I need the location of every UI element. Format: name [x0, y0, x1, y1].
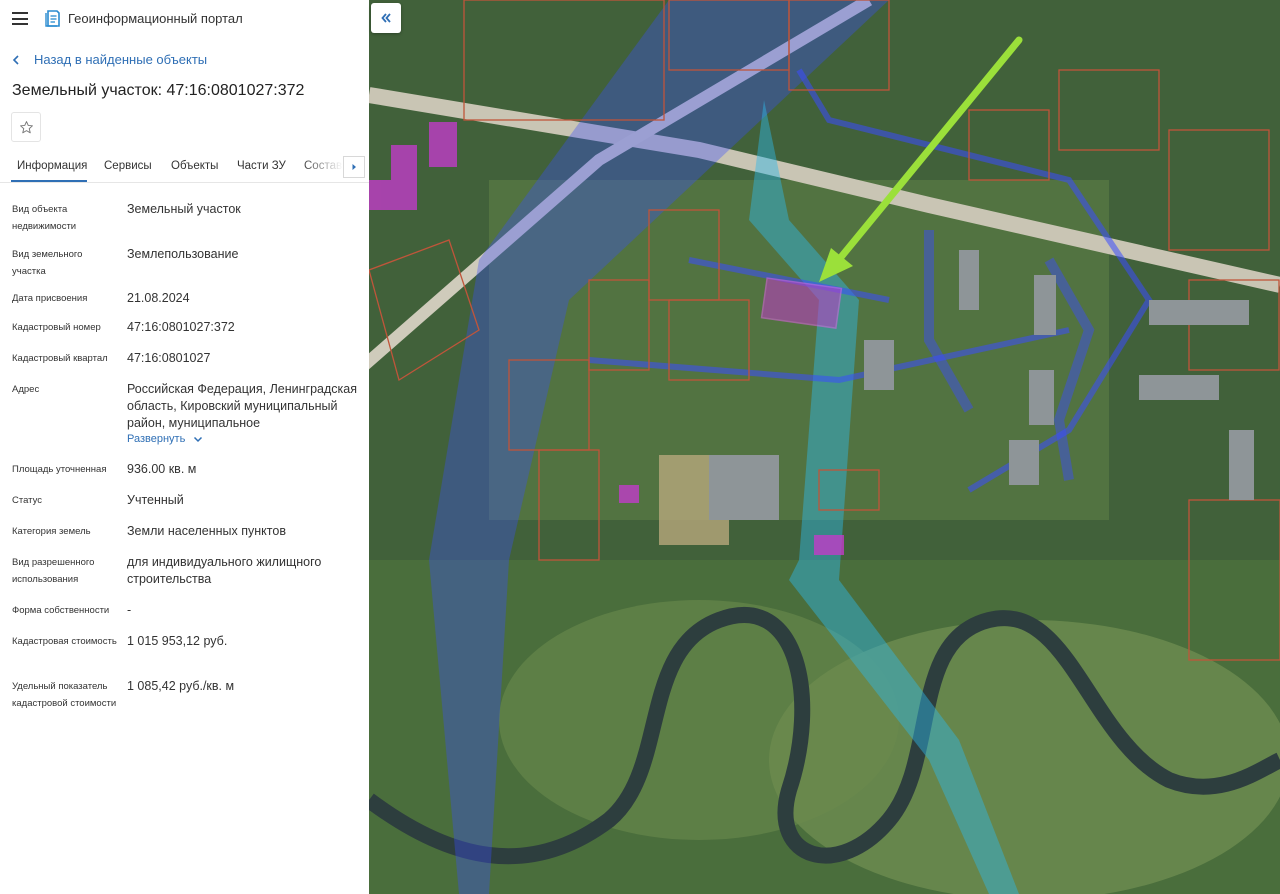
info-label: Форма собственности: [12, 605, 110, 616]
info-value: 1 085,42 руб./кв. м: [127, 679, 235, 693]
address-expand-link[interactable]: Развернуть: [127, 433, 203, 445]
favorite-button[interactable]: [11, 112, 41, 142]
app-title: Геоинформационный портал: [68, 11, 243, 26]
tabs-scroll-right-button[interactable]: [343, 156, 365, 178]
tab-objects[interactable]: Объекты: [171, 160, 218, 172]
info-label: Удельный показатель кадастровой стоимост…: [12, 681, 117, 709]
info-value: -: [127, 603, 132, 617]
collapse-panel-button[interactable]: [371, 3, 401, 33]
info-value: 47:16:0801027:372: [127, 320, 235, 334]
caret-right-icon: [352, 164, 356, 170]
info-value: 1 015 953,12 руб.: [127, 634, 228, 648]
info-value: Земельный участок: [127, 202, 241, 216]
double-chevron-left-icon: [381, 13, 391, 23]
info-value: 47:16:0801027: [127, 351, 211, 365]
info-label: Площадь уточненная: [12, 464, 107, 475]
info-label: Категория земель: [12, 526, 91, 537]
info-label: Вид объекта недвижимости: [12, 204, 77, 232]
back-to-results-link[interactable]: Назад в найденные объекты: [12, 52, 207, 67]
satellite-map[interactable]: [369, 0, 1280, 894]
chevron-left-icon: [12, 54, 19, 65]
star-icon: [19, 120, 33, 133]
address-value: Российская Федерация, Ленинградская обла…: [127, 382, 357, 430]
info-label: Вид разрешенного использования: [12, 557, 95, 585]
back-link-label: Назад в найденные объекты: [34, 52, 208, 67]
tab-information[interactable]: Информация: [17, 160, 87, 172]
active-tab-indicator: [11, 180, 87, 182]
tab-composition[interactable]: Состав: [304, 160, 342, 172]
tab-parts[interactable]: Части ЗУ: [237, 160, 286, 172]
chevron-down-icon: [194, 436, 203, 442]
info-value: для индивидуального жилищного строительс…: [127, 555, 322, 586]
portal-logo-icon: [45, 10, 60, 27]
info-label: Вид земельного участка: [12, 249, 83, 277]
info-label: Кадастровый квартал: [12, 353, 108, 364]
tab-bar: Информация Сервисы Объекты Части ЗУ Сост…: [0, 155, 369, 183]
info-label: Кадастровый номер: [12, 322, 101, 333]
info-value: Учтенный: [127, 493, 184, 507]
hamburger-icon[interactable]: [12, 12, 28, 25]
info-label: Кадастровая стоимость: [12, 636, 117, 647]
info-value: 936.00 кв. м: [127, 462, 197, 476]
info-label: Дата присвоения: [12, 293, 88, 304]
map-canvas[interactable]: [369, 0, 1280, 894]
info-label: Статус: [12, 495, 43, 506]
sidebar-panel: Геоинформационный портал Назад в найденн…: [0, 0, 369, 894]
info-value: 21.08.2024: [127, 291, 190, 305]
info-value: Землепользование: [127, 247, 239, 261]
expand-label: Развернуть: [127, 433, 186, 445]
tab-services[interactable]: Сервисы: [104, 160, 152, 172]
info-value: Земли населенных пунктов: [127, 524, 286, 538]
info-label: Адрес: [12, 384, 40, 395]
page-title: Земельный участок: 47:16:0801027:372: [12, 82, 305, 99]
header-bar: Геоинформационный портал: [0, 0, 369, 38]
